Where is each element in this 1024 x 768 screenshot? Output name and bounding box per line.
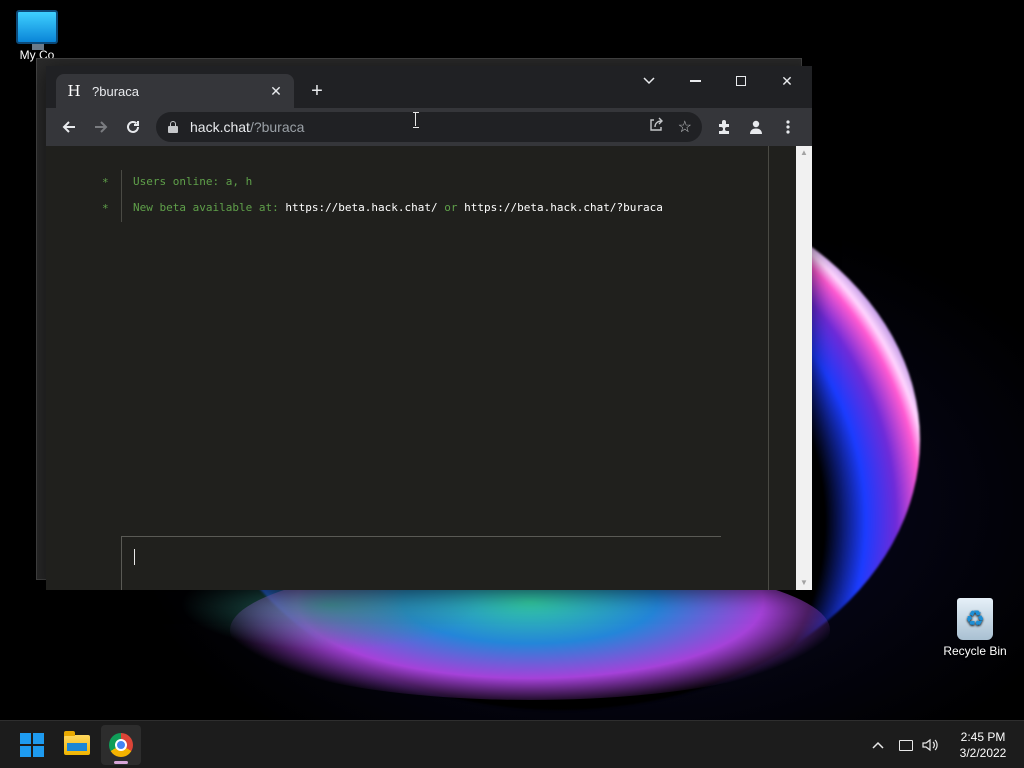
url-path: /?buraca <box>249 119 305 135</box>
profile-avatar-icon[interactable] <box>740 111 772 143</box>
active-app-indicator <box>114 761 128 764</box>
clock-time: 2:45 PM <box>960 730 1006 744</box>
hackchat-favicon-icon: H <box>67 82 81 100</box>
message-divider <box>121 170 122 196</box>
address-bar[interactable]: hack.chat/?buraca ☆ <box>156 112 702 142</box>
reload-icon[interactable] <box>117 111 149 143</box>
sidebar-panel <box>768 146 796 590</box>
mouse-ibeam-cursor-icon <box>413 112 419 128</box>
message-prefix: New beta available at: <box>133 201 286 214</box>
taskbar: 2:45 PM 3/2/2022 <box>0 720 1024 768</box>
minimize-icon[interactable] <box>672 66 718 96</box>
extensions-puzzle-icon[interactable] <box>708 111 740 143</box>
message-divider <box>121 196 122 222</box>
browser-window: H ?buraca ✕ + ✕ hack.chat/?buraca ☆ * Us… <box>46 66 812 590</box>
clock-date: 3/2/2022 <box>959 746 1007 760</box>
message-star: * <box>102 176 109 189</box>
recycle-bin-icon: ♻ <box>957 598 993 640</box>
close-window-icon[interactable]: ✕ <box>764 66 810 96</box>
tab-search-chevron-icon[interactable] <box>626 66 672 96</box>
beta-link[interactable]: https://beta.hack.chat/ <box>285 201 437 214</box>
windows-logo-icon <box>20 733 44 757</box>
message-text: New beta available at: https://beta.hack… <box>133 201 663 214</box>
desktop-icon-label: Recycle Bin <box>943 644 1007 658</box>
chrome-icon <box>109 733 133 757</box>
scroll-up-arrow-icon[interactable]: ▲ <box>796 146 812 160</box>
back-arrow-icon[interactable] <box>53 111 85 143</box>
chat-message: * Users online: a, h <box>46 170 768 196</box>
page-scrollbar[interactable]: ▲ ▼ <box>796 146 812 590</box>
chat-message: * New beta available at: https://beta.ha… <box>46 196 768 222</box>
tab-strip: H ?buraca ✕ + ✕ <box>46 66 812 108</box>
maximize-icon[interactable] <box>718 66 764 96</box>
taskbar-chrome[interactable] <box>101 725 141 765</box>
start-button[interactable] <box>12 725 52 765</box>
bookmark-star-icon[interactable]: ☆ <box>678 117 692 138</box>
chat-messages: * Users online: a, h * New beta availabl… <box>46 146 768 590</box>
lock-icon[interactable] <box>168 121 178 133</box>
taskbar-file-explorer[interactable] <box>57 725 97 765</box>
scroll-down-arrow-icon[interactable]: ▼ <box>796 576 812 590</box>
network-icon[interactable] <box>896 721 916 768</box>
show-hidden-icons-chevron-icon[interactable] <box>868 721 888 768</box>
desktop-icon-recycle-bin[interactable]: ♻ Recycle Bin <box>940 598 1010 658</box>
message-text: Users online: a, h <box>133 175 253 188</box>
text-caret <box>134 549 135 565</box>
volume-icon[interactable] <box>920 721 942 768</box>
desktop-icon-my-computer[interactable]: My Co <box>2 10 72 62</box>
beta-channel-link[interactable]: https://beta.hack.chat/?buraca <box>464 201 663 214</box>
tab-title: ?buraca <box>92 83 139 99</box>
system-clock[interactable]: 2:45 PM 3/2/2022 <box>948 729 1018 761</box>
forward-arrow-icon[interactable] <box>85 111 117 143</box>
message-star: * <box>102 202 109 215</box>
tab-active[interactable]: H ?buraca ✕ <box>56 74 294 108</box>
url-host: hack.chat <box>190 119 250 135</box>
share-icon[interactable] <box>648 117 664 138</box>
computer-icon <box>16 10 58 50</box>
message-middle: or <box>437 201 465 214</box>
menu-kebab-icon[interactable] <box>772 111 804 143</box>
chat-input[interactable] <box>121 536 721 590</box>
page-content: * Users online: a, h * New beta availabl… <box>46 146 812 590</box>
browser-toolbar: hack.chat/?buraca ☆ <box>46 108 812 146</box>
tab-close-icon[interactable]: ✕ <box>268 83 284 100</box>
folder-icon <box>64 731 90 755</box>
new-tab-plus-icon[interactable]: + <box>306 80 328 102</box>
